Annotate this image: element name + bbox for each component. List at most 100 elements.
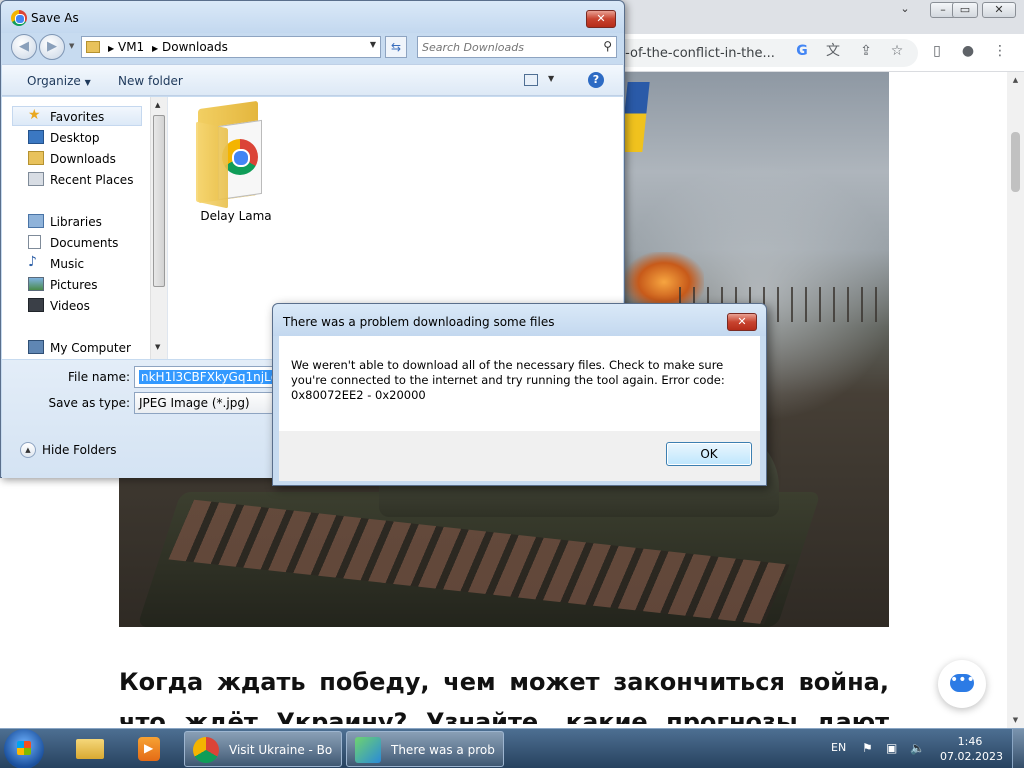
taskbar-chrome-task[interactable]: Visit Ukraine - Bo...	[184, 731, 342, 767]
taskbar-task-label: There was a probl...	[391, 743, 495, 757]
save-as-close-button[interactable]: ✕	[586, 10, 616, 28]
folder-icon	[86, 41, 100, 53]
error-message: We weren't able to download all of the n…	[291, 358, 725, 402]
forward-button[interactable]: ▶	[39, 34, 65, 60]
page-scrollbar[interactable]: ▲ ▼	[1007, 72, 1024, 728]
folder-item[interactable]: Delay Lama	[188, 100, 284, 223]
clock-time: 1:46	[957, 735, 983, 748]
action-center-flag-icon[interactable]: ⚑	[862, 741, 873, 755]
file-name-field[interactable]: nkH1l3CBFXkyGq1njLdee	[134, 366, 294, 388]
address-text: t-of-the-conflict-in-the...	[620, 46, 775, 61]
explorer-pinned-button[interactable]	[64, 733, 112, 765]
folder-front-shape	[196, 121, 228, 209]
scroll-down-icon[interactable]: ▼	[155, 343, 160, 351]
save-as-toolbar: Organize ▼ New folder ▼ ?	[2, 64, 623, 96]
menu-icon[interactable]: ⋮	[990, 41, 1010, 61]
nav-music[interactable]: ♪ Music	[12, 254, 152, 274]
view-options-icon[interactable]	[524, 74, 538, 86]
tab-search-icon[interactable]: ⌄	[892, 2, 918, 18]
pictures-icon	[28, 277, 44, 291]
nav-favorites[interactable]: ★ Favorites	[12, 107, 152, 127]
nav-recent-places[interactable]: Recent Places	[12, 170, 152, 190]
breadcrumb[interactable]: ▶ VM1 ▶ Downloads ▼	[81, 36, 381, 58]
desktop-icon	[28, 130, 44, 144]
language-indicator[interactable]: EN	[831, 741, 846, 754]
restore-button[interactable]: ▭	[952, 2, 978, 18]
profile-icon[interactable]: ●	[958, 41, 978, 61]
network-icon[interactable]: ▣	[886, 741, 897, 755]
search-icon[interactable]: ⚲	[603, 39, 612, 53]
taskbar: Visit Ukraine - Bo... There was a probl.…	[0, 728, 1024, 768]
recent-places-icon	[28, 172, 44, 186]
taskbar-error-task[interactable]: There was a probl...	[346, 731, 504, 767]
search-input[interactable]	[422, 39, 592, 55]
search-box[interactable]: ⚲	[417, 36, 617, 58]
scroll-down-icon[interactable]: ▼	[1011, 716, 1020, 724]
new-folder-button[interactable]: New folder	[118, 74, 183, 88]
chat-button[interactable]: •••	[938, 660, 986, 708]
bookmark-star-icon[interactable]: ☆	[887, 41, 907, 61]
save-as-titlebar[interactable]: Save As ✕	[1, 1, 624, 33]
error-close-button[interactable]: ✕	[727, 313, 757, 331]
chrome-close-button[interactable]: ✕	[982, 2, 1016, 18]
nav-libraries[interactable]: Libraries	[12, 212, 152, 232]
star-icon: ★	[28, 107, 41, 123]
volume-icon[interactable]: 🔈	[910, 741, 925, 755]
start-button[interactable]	[4, 729, 44, 768]
nav-videos[interactable]: Videos	[12, 296, 152, 316]
media-player-icon	[138, 737, 160, 761]
back-button[interactable]: ◀	[11, 34, 37, 60]
music-icon: ♪	[28, 254, 37, 270]
view-dropdown-icon[interactable]: ▼	[548, 74, 554, 83]
error-dialog: There was a problem downloading some fil…	[272, 303, 767, 486]
taskbar-task-label: Visit Ukraine - Bo...	[229, 743, 333, 757]
google-icon[interactable]: G	[792, 41, 812, 61]
ok-button[interactable]: OK	[666, 442, 752, 466]
hide-folders-button[interactable]: ▲ Hide Folders	[20, 440, 120, 460]
save-as-type-label: Save as type:	[48, 396, 130, 410]
nav-pictures[interactable]: Pictures	[12, 275, 152, 295]
path-dropdown-icon[interactable]: ▼	[370, 40, 376, 49]
share-icon[interactable]: ⇪	[856, 41, 876, 61]
chrome-icon	[11, 10, 27, 26]
folder-name: Delay Lama	[200, 209, 272, 223]
breadcrumb-item[interactable]: VM1	[118, 40, 144, 54]
nav-documents[interactable]: Documents	[12, 233, 152, 253]
clock[interactable]: 1:46 07.02.2023	[940, 734, 1003, 764]
media-player-pinned-button[interactable]	[124, 733, 172, 765]
recent-locations-icon[interactable]: ▼	[69, 42, 74, 50]
translate-icon[interactable]: 文	[823, 41, 843, 61]
save-as-type-select[interactable]: JPEG Image (*.jpg)	[134, 392, 294, 414]
scroll-up-icon[interactable]: ▲	[1011, 76, 1020, 84]
error-footer: OK	[279, 431, 760, 481]
file-name-label: File name:	[68, 370, 130, 384]
navigation-pane: ★ Favorites Desktop Downloads Recent Pla…	[2, 97, 167, 359]
libraries-icon	[28, 214, 44, 228]
nav-downloads[interactable]: Downloads	[12, 149, 152, 169]
error-titlebar[interactable]: There was a problem downloading some fil…	[273, 304, 766, 336]
navigation-scrollbar[interactable]: ▲ ▼	[150, 97, 167, 359]
side-panel-icon[interactable]: ▯	[927, 41, 947, 61]
show-desktop-button[interactable]	[1012, 729, 1024, 768]
scroll-up-icon[interactable]: ▲	[155, 101, 160, 109]
article-heading: Когда ждать победу, чем может закончитьс…	[119, 668, 889, 724]
refresh-button[interactable]: ⇆	[385, 36, 407, 58]
chrome-icon	[193, 737, 219, 763]
clock-date: 07.02.2023	[940, 750, 1003, 763]
error-body: We weren't able to download all of the n…	[279, 336, 760, 431]
nav-my-computer[interactable]: My Computer	[12, 338, 152, 358]
page-scroll-thumb[interactable]	[1011, 132, 1020, 192]
breadcrumb-item[interactable]: Downloads	[162, 40, 228, 54]
save-as-navigation-row: ◀ ▶ ▼ ▶ VM1 ▶ Downloads ▼ ⇆ ⚲	[9, 34, 619, 60]
nav-desktop[interactable]: Desktop	[12, 128, 152, 148]
organize-button[interactable]: Organize ▼	[27, 74, 91, 88]
navigation-scroll-thumb[interactable]	[153, 115, 165, 287]
save-as-type-value: JPEG Image (*.jpg)	[139, 396, 250, 410]
downloads-folder-icon	[28, 151, 44, 165]
help-icon[interactable]: ?	[588, 72, 604, 88]
media-creation-tool-icon	[355, 737, 381, 763]
error-title: There was a problem downloading some fil…	[283, 315, 555, 329]
videos-icon	[28, 298, 44, 312]
save-as-title: Save As	[31, 11, 79, 25]
breadcrumb-path: ▶ VM1 ▶ Downloads	[108, 40, 228, 54]
